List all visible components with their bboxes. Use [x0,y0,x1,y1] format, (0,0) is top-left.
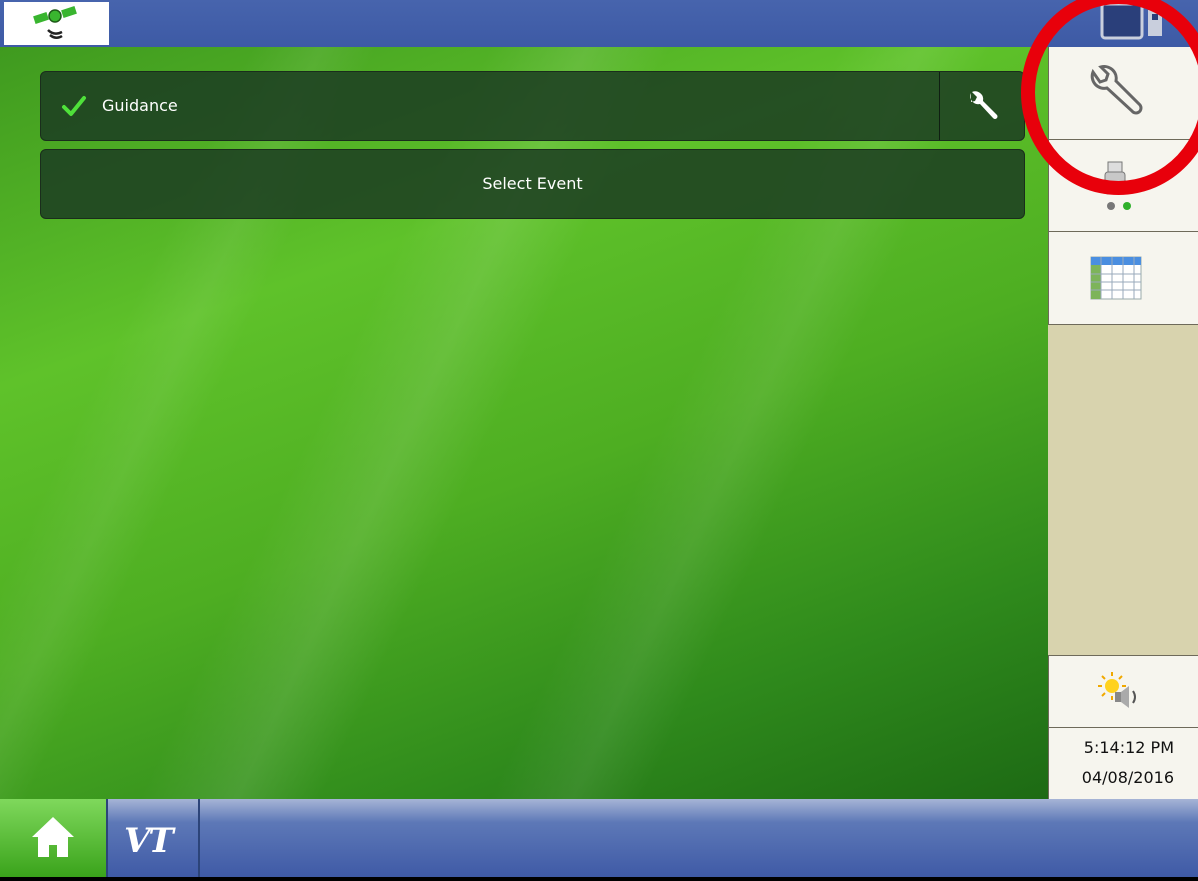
usb-button[interactable] [1048,140,1198,232]
virtual-terminal-button[interactable]: VT [108,799,200,877]
clock-time: 5:14:12 PM [1083,738,1174,757]
clock-panel: 5:14:12 PM 04/08/2016 [1048,728,1198,799]
table-icon [1049,256,1198,329]
right-sidebar: 5:14:12 PM 04/08/2016 [1048,47,1198,799]
brightness-volume-button[interactable] [1048,655,1198,728]
vt-label: VT [124,821,174,861]
home-button[interactable] [0,799,108,877]
setup-button[interactable] [1048,47,1198,140]
checkmark-icon [61,94,87,122]
select-event-button[interactable]: Select Event [40,149,1025,219]
main-panel: Guidance Select Event [0,47,1048,799]
guidance-settings-button[interactable] [939,72,1025,140]
top-status-bar [0,0,1198,47]
guidance-label: Guidance [102,96,178,115]
summary-table-button[interactable] [1048,232,1198,325]
select-event-label: Select Event [482,174,583,193]
display-switch-icon[interactable] [1094,0,1194,42]
clock-date: 04/08/2016 [1081,768,1174,787]
home-icon [0,817,106,881]
satellite-gps-icon[interactable] [4,2,109,45]
bottom-nav-bar: VT [0,799,1198,877]
guidance-row[interactable]: Guidance [40,71,1025,141]
